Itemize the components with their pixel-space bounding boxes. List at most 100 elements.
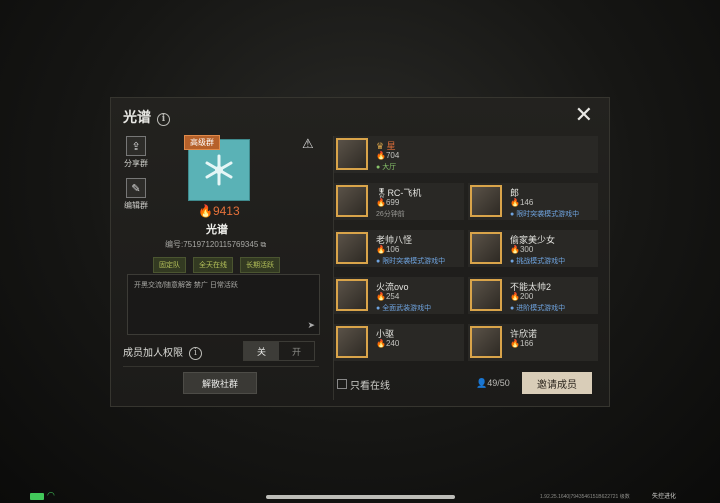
member-card[interactable]: 不能太帅2 🔥200 ● 进阶模式游戏中 (468, 277, 598, 314)
member-score-value: 146 (519, 198, 534, 207)
member-card[interactable]: 许欣诺 🔥166 (468, 324, 598, 361)
permission-text: 成员加人权限 (123, 348, 183, 359)
group-id: 编号:75197120115769345 ⧉ (165, 239, 266, 250)
flame-icon: 🔥 (198, 204, 213, 218)
member-status-text: 限时突袭模式游戏中 (382, 258, 446, 265)
member-status: ● 大厅 (376, 164, 397, 171)
system-status-bar: ◠ 1.92.25.1640|7943546151B622721 级数 失控进化 (0, 488, 720, 503)
info-icon[interactable]: i (157, 112, 170, 126)
invite-member-button[interactable]: 邀请成员 (522, 372, 592, 394)
edit-label: 编辑群 (124, 201, 148, 210)
member-score-value: 200 (519, 292, 534, 301)
member-score: 🔥200 (510, 292, 533, 301)
version-text: 1.92.25.1640|7943546151B622721 级数 (540, 493, 630, 500)
member-score-value: 166 (519, 339, 534, 348)
group-traits: 固定队 全天在线 长期活跃 (153, 257, 280, 273)
home-indicator[interactable] (266, 495, 455, 499)
member-score: 🔥106 (376, 245, 399, 254)
member-count-value: 49/50 (487, 378, 510, 388)
toggle-on-option[interactable]: 开 (279, 342, 314, 360)
member-score: 🔥254 (376, 292, 399, 301)
disband-group-button[interactable]: 解散社群 (183, 372, 257, 394)
snowflake-icon (205, 154, 233, 186)
member-avatar (336, 326, 368, 358)
member-card[interactable]: 郎 🔥146 ● 限时突袭模式游戏中 (468, 183, 598, 220)
group-tier-badge: 高级群 (184, 135, 220, 150)
flame-icon: 🔥 (510, 339, 520, 348)
share-label: 分享群 (124, 159, 148, 168)
flame-icon: 🔥 (376, 292, 386, 301)
flame-icon: 🔥 (376, 339, 386, 348)
medal-icon: 🎖 (376, 188, 388, 198)
member-status: ● 限时突袭模式游戏中 (510, 211, 580, 218)
warning-icon[interactable]: ⚠ (302, 136, 314, 152)
member-card[interactable]: 小驱 🔥240 (334, 324, 464, 361)
member-card[interactable]: 偷家美少女 🔥300 ● 挑战模式游戏中 (468, 230, 598, 267)
copy-icon[interactable]: ⧉ (261, 240, 267, 249)
member-name-text: RC-飞机 (387, 188, 422, 198)
member-card[interactable]: 火流ovo 🔥254 ● 全面武装游戏中 (334, 277, 464, 314)
permission-toggle[interactable]: 关 开 (243, 341, 315, 361)
member-avatar (470, 326, 502, 358)
close-icon[interactable]: ✕ (575, 102, 593, 128)
title-text: 光谱 (123, 109, 151, 125)
brand-logo: 失控进化 (652, 494, 677, 500)
member-score: 🔥699 (376, 198, 399, 207)
group-panel: 光谱 i ✕ ⇪ 分享群 ✎ 编辑群 高级群 ⚠ 🔥9413 光谱 编号:751… (110, 97, 610, 407)
member-avatar (336, 232, 368, 264)
member-avatar (470, 185, 502, 217)
member-score: 🔥240 (376, 339, 399, 348)
group-id-text: 编号:75197120115769345 (165, 240, 259, 249)
panel-header: 光谱 i ✕ (111, 98, 609, 132)
member-status-text: 挑战模式游戏中 (516, 258, 566, 265)
member-status: ● 挑战模式游戏中 (510, 258, 566, 265)
member-card[interactable]: 🎖RC-飞机 🔥699 26分钟前 (334, 183, 464, 220)
member-status: ● 限时突袭模式游戏中 (376, 258, 446, 265)
permission-label: 成员加人权限 i (123, 344, 202, 360)
member-score-value: 254 (385, 292, 400, 301)
trait-tag: 固定队 (153, 257, 186, 273)
info-icon[interactable]: i (189, 346, 202, 360)
member-score: 🔥146 (510, 198, 533, 207)
member-avatar (470, 232, 502, 264)
group-notice[interactable]: 开黑交流/随意解答 禁广 日常活跃 ➤ (127, 274, 320, 335)
member-status-text: 大厅 (382, 164, 397, 171)
group-heat: 🔥9413 (198, 204, 240, 218)
send-icon[interactable]: ➤ (307, 320, 315, 331)
divider (123, 366, 319, 367)
member-score: 🔥704 (376, 151, 399, 160)
member-status: ● 全面武装游戏中 (376, 305, 432, 312)
member-card[interactable]: ♛ 星 🔥704 ● 大厅 (334, 136, 598, 173)
trait-tag: 全天在线 (193, 257, 233, 273)
group-name: 光谱 (206, 224, 228, 236)
member-card[interactable]: 老帅八怪 🔥106 ● 限时突袭模式游戏中 (334, 230, 464, 267)
toggle-off-option[interactable]: 关 (244, 342, 279, 360)
member-score-value: 300 (519, 245, 534, 254)
flame-icon: 🔥 (376, 245, 386, 254)
flame-icon: 🔥 (510, 245, 520, 254)
heat-value: 9413 (212, 204, 240, 218)
member-score: 🔥166 (510, 339, 533, 348)
member-avatar (336, 138, 368, 170)
share-icon: ⇪ (126, 136, 146, 156)
member-status-text: 限时突袭模式游戏中 (516, 211, 580, 218)
flame-icon: 🔥 (376, 151, 386, 160)
edit-group-button[interactable]: ✎ 编辑群 (123, 178, 149, 211)
online-only-label: 只看在线 (350, 381, 390, 392)
member-score-value: 704 (385, 151, 400, 160)
crown-icon: ♛ (376, 141, 387, 151)
member-list: ♛ 星 🔥704 ● 大厅 🎖RC-飞机 🔥699 26分钟前 郎 🔥146 ●… (333, 136, 599, 400)
wifi-icon: ◠ (47, 490, 55, 500)
flame-icon: 🔥 (376, 198, 386, 207)
group-info: ⇪ 分享群 ✎ 编辑群 高级群 ⚠ 🔥9413 光谱 编号:7519712011… (123, 135, 323, 400)
member-avatar (336, 279, 368, 311)
member-score-value: 699 (385, 198, 400, 207)
online-only-checkbox[interactable] (337, 379, 347, 389)
share-group-button[interactable]: ⇪ 分享群 (123, 136, 149, 169)
member-footer: 只看在线 👤49/50 邀请成员 (334, 372, 600, 400)
member-avatar (336, 185, 368, 217)
member-status-text: 进阶模式游戏中 (516, 305, 566, 312)
flame-icon: 🔥 (510, 198, 520, 207)
member-name-text: 星 (386, 141, 396, 151)
flame-icon: 🔥 (510, 292, 520, 301)
